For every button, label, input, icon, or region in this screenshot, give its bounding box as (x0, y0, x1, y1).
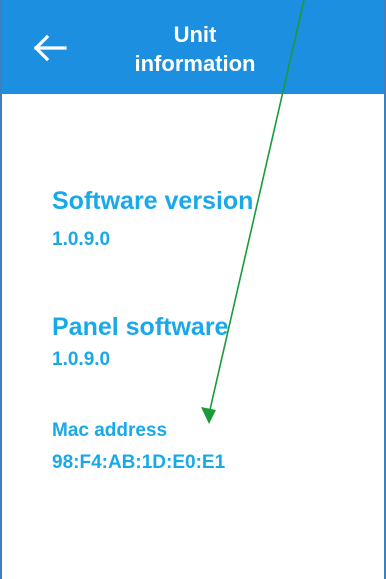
panel-software-label: Panel software (52, 313, 229, 341)
header-bar: Unit information (2, 0, 384, 94)
software-version-label: Software version (52, 187, 254, 215)
software-version-value: 1.0.9.0 (52, 229, 111, 250)
page-title-line-1: Unit (173, 22, 217, 47)
panel-software-value: 1.0.9.0 (52, 349, 111, 370)
arrow-left-icon (33, 34, 67, 62)
back-button[interactable] (28, 28, 72, 68)
page-title-line-2: information (134, 51, 256, 76)
unit-info-content: Software version 1.0.9.0 Panel software … (2, 94, 384, 579)
mac-address-value: 98:F4:AB:1D:E0:E1 (52, 452, 226, 473)
page-title: Unit information (110, 20, 280, 78)
unit-information-screen: Unit information Software version 1.0.9.… (0, 0, 386, 579)
mac-address-label: Mac address (52, 420, 168, 441)
